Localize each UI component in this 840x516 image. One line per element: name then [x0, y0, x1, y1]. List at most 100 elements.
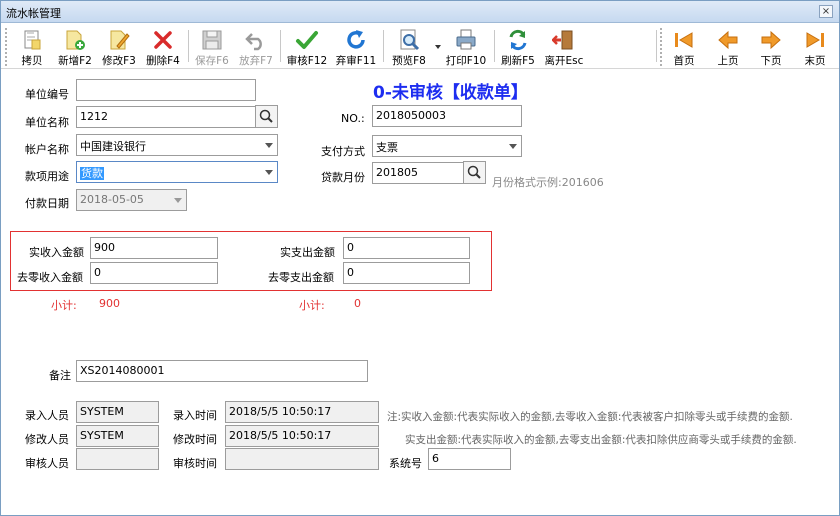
first-page-button[interactable]: 首页 [665, 26, 703, 68]
toolbar-separator [280, 30, 281, 62]
chevron-down-icon [265, 170, 273, 175]
modify-time-label: 修改时间 [173, 433, 217, 446]
last-page-button[interactable]: 末页 [796, 26, 834, 68]
entry-time-field[interactable]: 2018/5/5 10:50:17 [225, 401, 379, 423]
auditor-label: 审核人员 [25, 457, 69, 470]
next-page-icon [761, 30, 781, 50]
modify-time-field[interactable]: 2018/5/5 10:50:17 [225, 425, 379, 447]
toolbar-separator [494, 30, 495, 62]
entry-time-label: 录入时间 [173, 409, 217, 422]
prev-page-icon [718, 30, 738, 50]
copy-icon [24, 30, 41, 50]
add-button[interactable]: 新增F2 [53, 26, 97, 68]
loan-month-label: 贷款月份 [321, 171, 365, 184]
pay-date-label: 付款日期 [25, 197, 69, 210]
toolbar-separator [383, 30, 384, 62]
unit-name-label: 单位名称 [25, 116, 69, 129]
unit-code-field[interactable] [76, 79, 256, 101]
exit-button[interactable]: 离开Esc [540, 26, 588, 68]
last-page-icon [806, 32, 824, 48]
status-heading: 0-未审核【收款单】 [373, 83, 528, 103]
chevron-down-icon [174, 198, 182, 203]
unit-name-field[interactable]: 1212 [76, 106, 256, 128]
actual-income-label: 实收入金额 [29, 246, 84, 259]
delete-icon [154, 31, 172, 49]
print-button[interactable]: 打印F10 [443, 26, 489, 68]
rounding-income-field[interactable]: 0 [90, 262, 218, 284]
check-icon [296, 31, 318, 49]
account-name-select[interactable]: 中国建设银行 [76, 134, 278, 156]
modifier-label: 修改人员 [25, 433, 69, 446]
close-button[interactable]: × [819, 5, 833, 18]
toolbar-grip[interactable] [660, 28, 663, 66]
toolbar-separator [656, 30, 657, 62]
unaudit-button[interactable]: 弃审F11 [332, 26, 380, 68]
edit-button[interactable]: 修改F3 [97, 26, 141, 68]
delete-button[interactable]: 删除F4 [141, 26, 185, 68]
auditor-field[interactable] [76, 448, 159, 470]
title-bar: 流水帐管理 × [1, 1, 839, 23]
entry-person-field[interactable]: SYSTEM [76, 401, 159, 423]
purpose-label: 款项用途 [25, 170, 69, 183]
edit-label: 修改F3 [102, 55, 136, 67]
actual-expense-field[interactable]: 0 [343, 237, 470, 259]
save-label: 保存F6 [195, 55, 229, 67]
add-label: 新增F2 [58, 55, 92, 67]
exit-door-icon [552, 30, 573, 50]
abandon-label: 放弃F7 [239, 55, 273, 67]
pay-date-picker[interactable]: 2018-05-05 [76, 189, 187, 211]
modifier-field[interactable]: SYSTEM [76, 425, 159, 447]
next-page-label: 下页 [760, 55, 782, 67]
loan-month-search-button[interactable] [463, 161, 486, 184]
edit-icon [110, 30, 130, 50]
prev-page-label: 上页 [717, 55, 739, 67]
last-page-label: 末页 [804, 55, 826, 67]
unit-name-search-button[interactable] [255, 105, 278, 128]
preview-dropdown-arrow-icon[interactable] [435, 45, 441, 49]
actual-income-field[interactable]: 900 [90, 237, 218, 259]
actual-expense-label: 实支出金额 [280, 246, 335, 259]
rounding-income-label: 去零收入金额 [17, 271, 83, 284]
pay-date-value: 2018-05-05 [80, 193, 144, 206]
rounding-expense-field[interactable]: 0 [343, 262, 470, 284]
refresh-arrow-icon [347, 30, 365, 49]
print-label: 打印F10 [445, 55, 487, 67]
toolbar-separator [188, 30, 189, 62]
toolbar: 拷贝 新增F2 修改F3 删除F4 保存F6 放弃F7 审核F12 弃审F11 … [1, 24, 839, 69]
unit-code-label: 单位编号 [25, 88, 69, 101]
prev-page-button[interactable]: 上页 [709, 26, 747, 68]
window-title: 流水帐管理 [6, 7, 61, 20]
note-line-2: 实支出金额:代表实际收入的金额,去零支出金额:代表扣除供应商零头或手续费的金额. [405, 434, 797, 446]
first-page-icon [675, 32, 693, 48]
subtotal-income-value: 900 [99, 297, 120, 310]
purpose-value: 货款 [80, 167, 104, 180]
remarks-label: 备注 [49, 369, 71, 382]
audit-time-field[interactable] [225, 448, 379, 470]
entry-person-label: 录入人员 [25, 409, 69, 422]
abandon-button[interactable]: 放弃F7 [235, 26, 277, 68]
pay-method-value: 支票 [376, 141, 398, 154]
audit-time-label: 审核时间 [173, 457, 217, 470]
audit-button[interactable]: 审核F12 [284, 26, 330, 68]
preview-button[interactable]: 预览F8 [387, 26, 431, 68]
magnifier-icon [467, 165, 481, 179]
system-no-label: 系统号 [389, 457, 422, 470]
refresh-label: 刷新F5 [501, 55, 535, 67]
copy-button[interactable]: 拷贝 [13, 26, 51, 68]
pay-method-select[interactable]: 支票 [372, 135, 522, 157]
save-button[interactable]: 保存F6 [191, 26, 233, 68]
loan-month-field[interactable]: 201805 [372, 162, 464, 184]
no-field[interactable]: 2018050003 [372, 105, 522, 127]
ledger-window: 流水帐管理 × 拷贝 新增F2 修改F3 删除F4 保存F6 放弃F7 审核F1… [0, 0, 840, 516]
refresh-button[interactable]: 刷新F5 [498, 26, 538, 68]
purpose-select[interactable]: 货款 [76, 161, 278, 183]
rounding-expense-label: 去零支出金额 [268, 271, 334, 284]
pay-method-label: 支付方式 [321, 145, 365, 158]
next-page-button[interactable]: 下页 [752, 26, 790, 68]
save-icon [202, 30, 222, 50]
remarks-field[interactable]: XS2014080001 [76, 360, 368, 382]
system-no-field[interactable]: 6 [428, 448, 511, 470]
toolbar-grip[interactable] [5, 28, 8, 66]
preview-label: 预览F8 [392, 55, 426, 67]
add-icon [66, 30, 85, 50]
